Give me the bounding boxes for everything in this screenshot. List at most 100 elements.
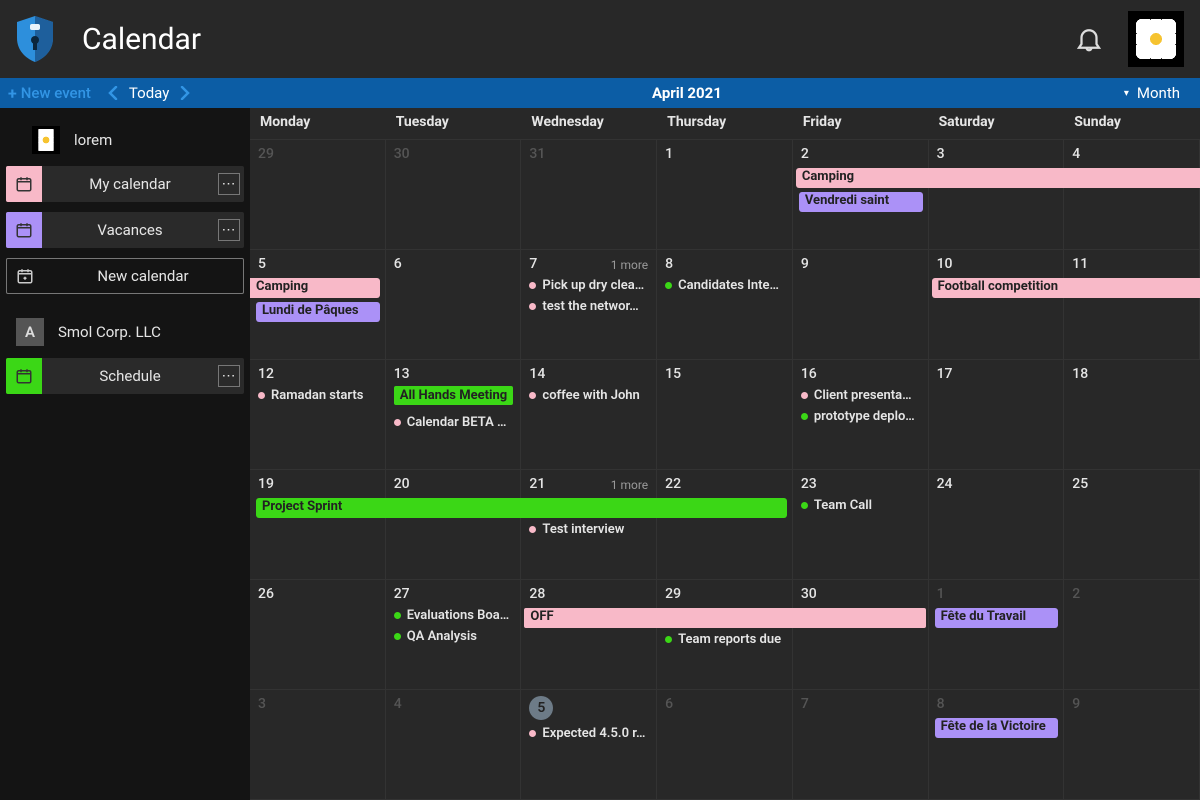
event-span[interactable]: Fête du Travail (935, 608, 1059, 628)
day-cell[interactable]: 16Client presenta…prototype deplo… (793, 360, 929, 469)
calendar-item[interactable]: My calendar ⋯ (6, 166, 244, 202)
day-cell[interactable]: 13All Hands MeetingCalendar BETA … (386, 360, 522, 469)
calendar-menu-button[interactable]: ⋯ (218, 173, 240, 195)
day-number: 22 (665, 476, 681, 492)
calendar-label: Schedule (42, 367, 218, 385)
user-avatar[interactable] (1128, 11, 1184, 67)
day-cell[interactable]: 9 (793, 250, 929, 359)
view-switcher[interactable]: ▾ Month (1124, 84, 1200, 102)
event-item[interactable]: Team reports due (665, 632, 784, 647)
event-span[interactable]: Project Sprint (256, 498, 787, 518)
event-item[interactable]: Calendar BETA … (394, 415, 513, 430)
today-button[interactable]: Today (129, 84, 169, 102)
day-cell[interactable]: 26 (250, 580, 386, 689)
new-calendar-button[interactable]: New calendar (6, 258, 244, 294)
event-span[interactable]: Fête de la Victoire (935, 718, 1059, 738)
day-cell[interactable]: 25 (1064, 470, 1200, 579)
day-cell[interactable]: 2 (1064, 580, 1200, 689)
day-cell[interactable]: 8 (929, 690, 1065, 799)
notifications-icon[interactable] (1074, 23, 1104, 55)
new-event-button[interactable]: + New event (8, 84, 91, 103)
event-item[interactable]: Ramadan starts (258, 388, 377, 403)
day-cell[interactable]: 18 (1064, 360, 1200, 469)
day-cell[interactable]: 30 (386, 140, 522, 249)
day-cell[interactable]: 20 (386, 470, 522, 579)
next-period-button[interactable] (179, 86, 191, 100)
day-cell[interactable]: 5Expected 4.5.0 r… (521, 690, 657, 799)
event-item[interactable]: QA Analysis (394, 629, 513, 644)
event-block[interactable]: All Hands Meeting (394, 386, 513, 405)
day-cell[interactable]: 22 (657, 470, 793, 579)
day-number: 18 (1072, 366, 1088, 382)
day-cell[interactable]: 30 (793, 580, 929, 689)
calendar-icon (15, 367, 33, 385)
weeks-container: 2930311234CampingVendredi saint5671 more… (250, 140, 1200, 800)
event-span[interactable]: Camping (250, 278, 380, 298)
event-item[interactable]: prototype deplo… (801, 409, 920, 424)
day-number: 3 (258, 696, 266, 712)
event-span[interactable]: Football competition (932, 278, 1200, 298)
day-cell[interactable]: 23Team Call (793, 470, 929, 579)
day-cell[interactable]: 3 (250, 690, 386, 799)
day-cell[interactable]: 14coffee with John (521, 360, 657, 469)
day-cell[interactable]: 31 (521, 140, 657, 249)
day-cell[interactable]: 1 (657, 140, 793, 249)
day-number: 12 (258, 366, 274, 382)
day-number: 17 (937, 366, 953, 382)
day-number: 7 (529, 256, 537, 272)
day-of-week-header: MondayTuesdayWednesdayThursdayFridaySatu… (250, 108, 1200, 140)
more-events-link[interactable]: 1 more (611, 478, 648, 492)
day-cell[interactable]: 3 (929, 140, 1065, 249)
event-item[interactable]: Evaluations Boa… (394, 608, 513, 623)
day-cell[interactable]: 7 (793, 690, 929, 799)
event-item[interactable]: coffee with John (529, 388, 648, 403)
event-span[interactable]: Camping (796, 168, 1200, 188)
event-item[interactable]: Expected 4.5.0 r… (529, 726, 648, 741)
calendar-toolbar: + New event Today April 2021 ▾ Month (0, 78, 1200, 108)
day-cell[interactable]: 19 (250, 470, 386, 579)
event-span[interactable]: Lundi de Pâques (256, 302, 380, 322)
day-cell[interactable]: 28 (521, 580, 657, 689)
calendar-menu-button[interactable]: ⋯ (218, 365, 240, 387)
event-item[interactable]: Candidates Inte… (665, 278, 784, 293)
day-cell[interactable]: 12 Ramadan starts (250, 360, 386, 469)
day-cell[interactable]: 6 (386, 250, 522, 359)
day-cell[interactable]: 9 (1064, 690, 1200, 799)
day-cell[interactable]: 15 (657, 360, 793, 469)
more-events-link[interactable]: 1 more (611, 258, 648, 272)
event-span[interactable]: OFF (524, 608, 925, 628)
day-cell[interactable]: 29Team reports due (657, 580, 793, 689)
prev-period-button[interactable] (107, 86, 119, 100)
week-row: 5671 morePick up dry clea…test the netwo… (250, 250, 1200, 360)
day-number: 25 (1072, 476, 1088, 492)
event-item[interactable]: Team Call (801, 498, 920, 513)
day-cell[interactable]: 4 (386, 690, 522, 799)
day-cell[interactable]: 7 1 more Pick up dry clea… test the networ… (521, 250, 657, 359)
day-cell[interactable]: 1 (929, 580, 1065, 689)
day-cell[interactable]: 27Evaluations Boa…QA Analysis (386, 580, 522, 689)
event-dot-icon (258, 392, 265, 399)
event-dot-icon (394, 612, 401, 619)
event-span[interactable]: Vendredi saint (799, 192, 923, 212)
day-cell[interactable]: 6 (657, 690, 793, 799)
day-cell[interactable]: 10 (929, 250, 1065, 359)
day-cell[interactable]: 11 (1064, 250, 1200, 359)
calendar-item[interactable]: Schedule ⋯ (6, 358, 244, 394)
event-dot-icon (801, 392, 808, 399)
day-cell[interactable]: 211 moreTest interview (521, 470, 657, 579)
calendar-item[interactable]: Vacances ⋯ (6, 212, 244, 248)
sidebar-org[interactable]: A Smol Corp. LLC (6, 312, 244, 358)
day-cell[interactable]: 8 Candidates Inte… (657, 250, 793, 359)
event-item[interactable]: Pick up dry clea… (529, 278, 648, 293)
day-cell[interactable]: 29 (250, 140, 386, 249)
day-cell[interactable]: 4 (1064, 140, 1200, 249)
day-number: 8 (665, 256, 673, 272)
day-cell[interactable]: 24 (929, 470, 1065, 579)
calendar-menu-button[interactable]: ⋯ (218, 219, 240, 241)
sidebar-user[interactable]: lorem (6, 120, 244, 166)
day-number: 6 (394, 256, 402, 272)
event-item[interactable]: Client presenta… (801, 388, 920, 403)
event-item[interactable]: test the networ… (529, 299, 648, 314)
event-item[interactable]: Test interview (529, 522, 648, 537)
day-cell[interactable]: 17 (929, 360, 1065, 469)
